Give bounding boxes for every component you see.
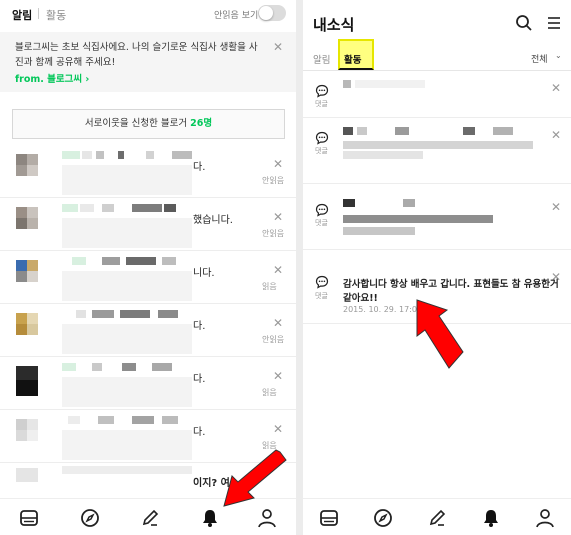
blogc-banner[interactable]: 블로그씨는 초보 식집사에요. 나의 슬기로운 식집사 생활을 사진과 함께 공… (0, 32, 296, 92)
notification-item[interactable]: 다. ✕ 안읽음 (0, 305, 296, 357)
neighbor-request-button[interactable]: 서로이웃을 신청한 블로거 26명 (12, 109, 285, 139)
unread-only-toggle[interactable] (258, 5, 286, 21)
feed-icon[interactable] (318, 507, 340, 529)
unread-only-label: 안읽음 보기 (214, 11, 259, 21)
notification-text: 다. (193, 374, 206, 385)
blurred-content (62, 271, 192, 301)
close-icon[interactable]: ✕ (273, 210, 283, 224)
notification-text: 했습니다. (193, 215, 233, 226)
blurred-content (62, 324, 192, 354)
activity-item[interactable]: 댓글 ✕ (303, 119, 571, 184)
blurred-content (62, 165, 192, 195)
activity-item[interactable]: 댓글 ✕ (303, 72, 571, 118)
notification-item[interactable]: 다. ✕ 안읽음 (0, 146, 296, 198)
page-title: 내소식 (313, 16, 355, 34)
notification-item[interactable]: 했습니다. ✕ 안읽음 (0, 199, 296, 251)
close-icon[interactable]: ✕ (551, 81, 561, 95)
close-icon[interactable]: ✕ (273, 369, 283, 383)
read-status: 읽음 (262, 388, 277, 397)
user-icon[interactable] (534, 507, 556, 529)
notification-text: 다. (193, 162, 206, 173)
notification-text: 니다. (193, 268, 215, 279)
banner-from-link[interactable]: from. 블로그씨 › (15, 71, 89, 85)
my-news-panel: 내소식 알림 활동 전체 ⌄ 댓글 ✕ 댓글 ✕ 댓글 ✕ 댓글 ✕ 감사합니다… (303, 0, 571, 535)
tab-notifications[interactable]: 알림 (313, 52, 330, 66)
close-icon[interactable]: ✕ (551, 128, 561, 142)
close-icon[interactable]: ✕ (273, 316, 283, 330)
compass-icon[interactable] (372, 507, 394, 529)
read-status: 안읽음 (262, 335, 285, 344)
comment-label: 댓글 (315, 100, 328, 108)
notification-text: 다. (193, 321, 206, 332)
avatar (16, 207, 38, 229)
user-icon[interactable] (256, 507, 278, 529)
pen-icon[interactable] (426, 507, 448, 529)
blurred-content (62, 430, 192, 460)
toggle-knob (259, 6, 273, 20)
bell-icon[interactable] (199, 507, 221, 529)
comment-label: 댓글 (315, 147, 328, 155)
avatar (16, 468, 38, 482)
close-icon[interactable]: ✕ (273, 263, 283, 277)
avatar (16, 366, 38, 396)
close-icon[interactable]: ✕ (273, 40, 283, 54)
avatar (16, 154, 38, 176)
activity-item[interactable]: 댓글 ✕ (303, 185, 571, 250)
neighbor-request-label: 서로이웃을 신청한 블로거 (84, 118, 188, 129)
avatar (16, 313, 38, 335)
pen-icon[interactable] (139, 507, 161, 529)
blurred-content (62, 218, 192, 248)
notification-tab-bar: 알림 활동 안읽음 보기 (0, 0, 296, 28)
notifications-panel: 알림 활동 안읽음 보기 블로그씨는 초보 식집사에요. 나의 슬기로운 식집사… (0, 0, 296, 535)
close-icon[interactable]: ✕ (273, 157, 283, 171)
neighbor-request-count: 26명 (190, 118, 213, 129)
red-arrow-annotation (416, 299, 464, 369)
menu-icon[interactable] (546, 15, 562, 31)
tab-activity[interactable]: 활동 (46, 7, 66, 23)
feed-icon[interactable] (18, 507, 40, 529)
read-status: 안읽음 (262, 229, 285, 238)
avatar (16, 419, 38, 441)
notification-item[interactable]: 니다. ✕ 읽음 (0, 252, 296, 304)
bell-icon[interactable] (480, 507, 502, 529)
chevron-down-icon[interactable]: ⌄ (555, 51, 562, 60)
close-icon[interactable]: ✕ (551, 200, 561, 214)
avatar (16, 260, 38, 282)
notification-text: 다. (193, 427, 206, 438)
comment-icon (315, 203, 329, 217)
notification-item[interactable]: 다. ✕ 읽음 (0, 358, 296, 410)
comment-icon (315, 84, 329, 98)
blurred-content (62, 377, 192, 407)
comment-icon (315, 131, 329, 145)
tab-divider (303, 70, 571, 71)
panel-divider (296, 0, 303, 535)
tab-activity[interactable]: 활동 (344, 52, 361, 66)
read-status: 안읽음 (262, 176, 285, 185)
comment-label: 댓글 (315, 219, 328, 227)
banner-text: 블로그씨는 초보 식집사에요. 나의 슬기로운 식집사 생활을 사진과 함께 공… (15, 42, 258, 68)
search-icon[interactable] (515, 14, 533, 32)
tab-separator (38, 8, 39, 19)
close-icon[interactable]: ✕ (273, 422, 283, 436)
comment-label: 댓글 (315, 292, 328, 300)
comment-icon (315, 275, 329, 289)
compass-icon[interactable] (79, 507, 101, 529)
bottom-navigation (303, 498, 571, 535)
read-status: 읽음 (262, 282, 277, 291)
filter-dropdown[interactable]: 전체 (531, 52, 548, 65)
tab-notifications[interactable]: 알림 (12, 7, 32, 23)
red-arrow-annotation (223, 449, 287, 507)
